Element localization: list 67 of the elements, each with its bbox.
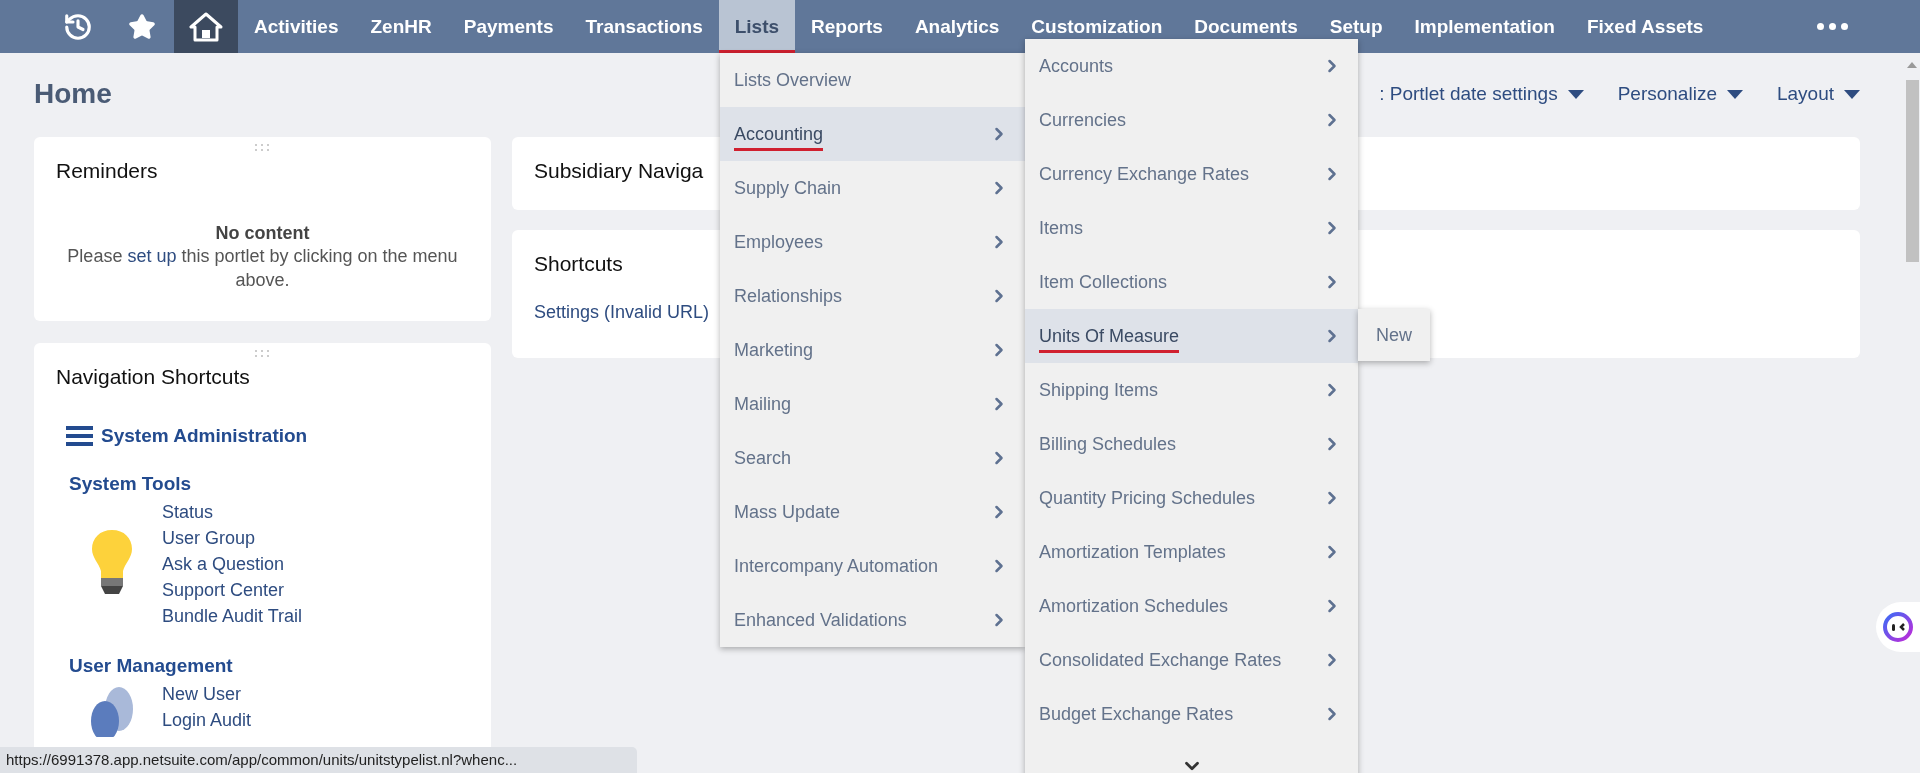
menu-item[interactable]: Lists Overview <box>720 53 1025 107</box>
menu-item[interactable]: Billing Schedules <box>1025 417 1358 471</box>
status-url: https://6991378.app.netsuite.com/app/common/units/unitstypelist.nl?whenc... <box>0 747 637 773</box>
menu-item[interactable]: Marketing <box>720 323 1025 377</box>
menu-item[interactable]: Supply Chain <box>720 161 1025 215</box>
nav-tab[interactable]: Transactions <box>569 0 719 53</box>
card-title: Navigation Shortcuts <box>56 365 250 389</box>
assistant-button[interactable] <box>1876 602 1920 652</box>
caret-down-icon <box>1844 89 1860 99</box>
menu-item[interactable]: Units Of Measure <box>1025 309 1358 363</box>
menu-item[interactable]: Consolidated Exchange Rates <box>1025 633 1358 687</box>
empty-message: Please set up this portlet by clicking on the menu above. <box>66 245 459 292</box>
shortcut-link[interactable]: Settings (Invalid URL) <box>534 302 710 323</box>
shortcut-link[interactable]: Ask a Question <box>162 551 285 577</box>
menu-item[interactable]: New <box>1358 309 1430 361</box>
home-icon <box>189 11 223 42</box>
nav-tab[interactable]: Activities <box>238 0 355 53</box>
page-title: Home <box>34 78 112 110</box>
menu-item[interactable]: Budget Exchange Rates <box>1025 687 1358 741</box>
shortcut-link[interactable]: Login Audit <box>162 707 252 733</box>
shortcut-link[interactable]: Support Center <box>162 577 285 603</box>
nav-tab[interactable]: Fixed Assets <box>1570 0 1720 53</box>
scroll-up-icon[interactable] <box>1907 62 1917 68</box>
nav-tab[interactable]: ZenHR <box>354 0 448 53</box>
menu-item[interactable]: Quantity Pricing Schedules <box>1025 471 1358 525</box>
menu-item[interactable]: Employees <box>720 215 1025 269</box>
history-icon <box>63 11 93 42</box>
group-link[interactable]: System Tools <box>69 473 192 495</box>
nav-tab[interactable]: Lists <box>718 0 796 53</box>
menu-item[interactable]: Enhanced Validations <box>720 593 1025 647</box>
menu-item[interactable]: Relationships <box>720 269 1025 323</box>
shortcut-link[interactable]: Bundle Audit Trail <box>162 603 303 629</box>
group-link[interactable]: User Management <box>69 655 233 677</box>
menu-item[interactable]: Items <box>1025 201 1358 255</box>
nav-tab[interactable]: Reports <box>795 0 899 53</box>
setup-link[interactable]: set up <box>127 246 177 266</box>
nav-tab[interactable]: Payments <box>447 0 570 53</box>
caret-down-icon <box>1567 89 1584 99</box>
menu-item[interactable]: Shipping Items <box>1025 363 1358 417</box>
scrollbar-thumb[interactable] <box>1906 80 1919 262</box>
menu-item[interactable]: Amortization Templates <box>1025 525 1358 579</box>
menu-item[interactable]: Amortization Schedules <box>1025 579 1358 633</box>
star-icon <box>128 12 156 41</box>
empty-title: No content <box>214 223 311 244</box>
menu-item[interactable]: Currency Exchange Rates <box>1025 147 1358 201</box>
toolbar-dropdown[interactable]: Personalize <box>1617 83 1743 105</box>
caret-down-icon <box>1726 89 1743 99</box>
card-title: Reminders <box>56 159 158 183</box>
menu-item[interactable]: Mailing <box>720 377 1025 431</box>
shortcut-link[interactable]: New User <box>162 681 241 707</box>
toolbar-dropdown[interactable]: Layout <box>1776 83 1860 105</box>
menu-item[interactable]: Intercompany Automation <box>720 539 1025 593</box>
menu-icon <box>66 426 93 446</box>
menu-item[interactable]: Mass Update <box>720 485 1025 539</box>
menu-item[interactable]: Currencies <box>1025 93 1358 147</box>
toolbar-dropdown[interactable]: : Portlet date settings <box>1379 83 1584 105</box>
section-link[interactable]: System Administration <box>101 425 308 447</box>
home-button[interactable] <box>174 0 238 53</box>
shortcut-link[interactable]: Status <box>162 499 214 525</box>
card-title: Subsidiary Naviga <box>534 159 704 183</box>
shortcut-link[interactable]: User Group <box>162 525 256 551</box>
menu-item[interactable]: Item Collections <box>1025 255 1358 309</box>
card-title: Shortcuts <box>534 252 623 276</box>
menu-item[interactable]: Search <box>720 431 1025 485</box>
nav-tab[interactable]: Analytics <box>898 0 1016 53</box>
menu-item[interactable]: Accounting <box>720 107 1025 161</box>
nav-tab[interactable]: Implementation <box>1398 0 1571 53</box>
